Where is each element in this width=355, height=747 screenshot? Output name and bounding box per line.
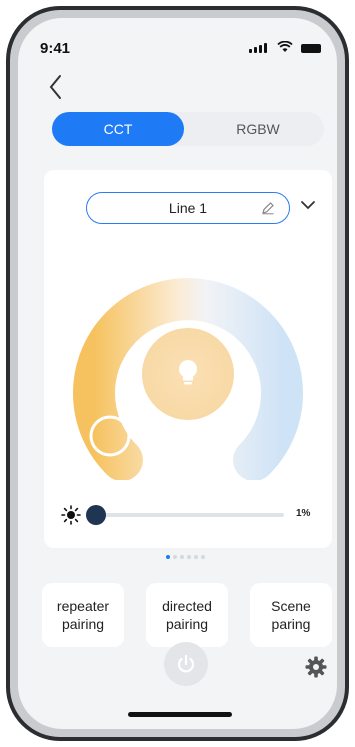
cct-color-wheel[interactable] [66,250,310,480]
status-time: 9:41 [40,40,71,57]
home-indicator[interactable] [128,712,232,717]
back-button[interactable] [46,72,66,102]
brightness-track[interactable] [94,513,284,517]
repeater-pairing-label-2: pairing [61,616,105,632]
brightness-value: 1% [296,508,311,519]
status-bar: 9:41 [18,18,337,62]
light-name-field[interactable]: Line 1 [86,192,290,224]
app-screen: 9:41 CCT RGBW Line 1 1% repeater pairing… [18,18,337,729]
mode-switch: CCT RGBW [52,112,324,146]
gear-icon[interactable] [304,655,328,679]
signal-icon [249,43,267,53]
sun-icon [61,505,81,525]
chevron-down-icon[interactable] [300,200,316,210]
directed-pairing-button[interactable]: directed pairing [146,583,228,647]
repeater-pairing-label-1: repeater [56,598,110,614]
power-button[interactable] [164,642,208,686]
repeater-pairing-button[interactable]: repeater pairing [42,583,124,647]
power-icon [177,654,195,673]
directed-pairing-label-2: pairing [165,616,209,632]
tab-cct[interactable]: CCT [52,112,184,146]
tab-rgbw[interactable]: RGBW [192,112,324,146]
light-control-card: Line 1 1% [44,170,332,548]
brightness-knob[interactable] [86,505,106,525]
scene-paring-label-2: paring [271,616,311,632]
wifi-icon [277,41,293,52]
scene-paring-button[interactable]: Scene paring [250,583,332,647]
light-name: Line 1 [168,200,208,216]
battery-icon [301,44,321,53]
scene-paring-label-1: Scene [271,598,311,614]
pencil-icon[interactable] [261,201,275,215]
brightness-slider[interactable]: 1% [60,500,322,530]
page-indicator [166,555,205,559]
directed-pairing-label-1: directed [162,598,212,614]
